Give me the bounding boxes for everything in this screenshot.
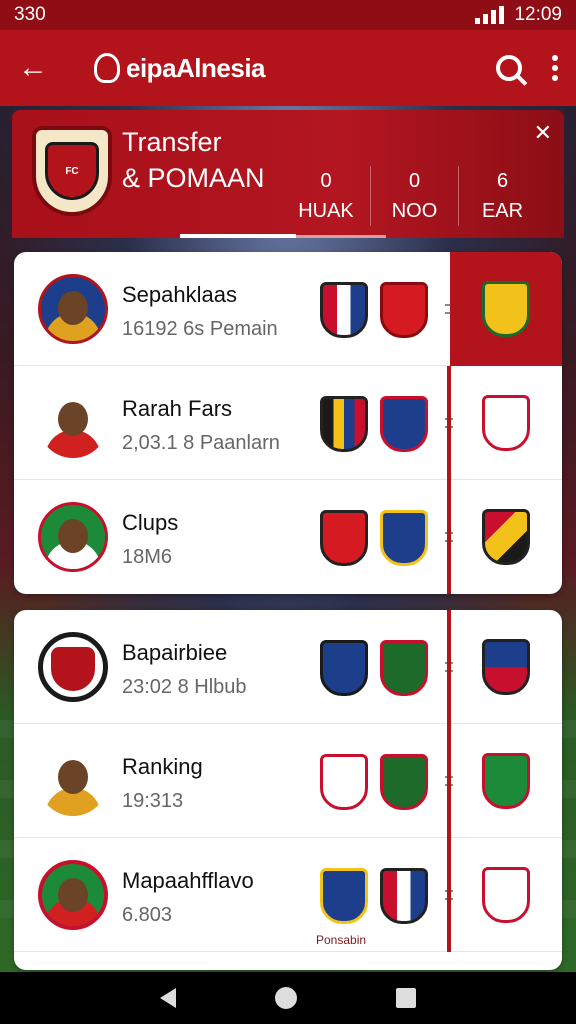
- stat-label: HUAK: [298, 200, 354, 222]
- item-name: Bapairbiee: [122, 640, 228, 665]
- more-vert-icon[interactable]: [552, 55, 558, 81]
- nav-recents-icon[interactable]: [396, 988, 417, 1008]
- tab-indicator: [180, 234, 296, 238]
- club-badge-icon[interactable]: [320, 282, 368, 338]
- club-avatar: [38, 632, 108, 702]
- nav-home-icon[interactable]: [274, 987, 297, 1009]
- ranking-list-card: Bapairbiee 23:02 8 Hlbub Ranking 19:313 …: [14, 610, 562, 970]
- badge-cell[interactable]: [450, 366, 562, 480]
- item-subtitle: 18M6: [122, 546, 173, 568]
- item-subtitle: 2,03.1 8 Paanlarn: [122, 432, 280, 454]
- stat-item[interactable]: 6 EAR: [458, 166, 546, 226]
- header-card: FC Transfer & POMAAN ✕ 0 HUAK 0 NOO 6 EA…: [12, 110, 564, 238]
- club-badge-icon: [482, 753, 530, 809]
- club-badge-icon[interactable]: [380, 754, 428, 810]
- item-name: Ranking: [122, 754, 203, 779]
- nav-back-icon[interactable]: [159, 988, 176, 1008]
- club-badge-icon: [482, 867, 530, 923]
- badge-cell[interactable]: [450, 480, 562, 594]
- list-item[interactable]: Bapairbiee 23:02 8 Hlbub: [14, 610, 562, 724]
- item-subtitle: 19:313: [122, 790, 184, 812]
- header-stats: 0 HUAK 0 NOO 6 EAR: [282, 166, 546, 226]
- club-badge-icon[interactable]: [380, 396, 428, 452]
- club-badge-icon[interactable]: [380, 282, 428, 338]
- player-avatar: [38, 388, 108, 458]
- stat-item[interactable]: 0 NOO: [370, 166, 458, 226]
- app-logo: eipaAlnesia: [94, 52, 266, 84]
- item-name: Mapaahfflavo: [122, 868, 254, 893]
- stat-value: 6: [496, 170, 509, 192]
- app-bar: ← eipaAlnesia: [0, 30, 576, 106]
- status-bar: 330 12:09: [0, 0, 576, 30]
- logo-icon: [94, 53, 120, 83]
- player-avatar: [38, 746, 108, 816]
- close-icon[interactable]: ✕: [534, 120, 552, 146]
- list-item[interactable]: Rarah Fars 2,03.1 8 Paanlarn: [14, 366, 562, 480]
- header-title: Transfer & POMAAN: [122, 124, 265, 196]
- player-avatar: [38, 502, 108, 572]
- stat-value: 0: [320, 170, 332, 192]
- list-item[interactable]: Clups 18M6: [14, 480, 562, 594]
- tab-indicator-secondary: [296, 235, 386, 238]
- app-title: eipaAlnesia: [126, 52, 266, 83]
- club-badge-icon: [482, 509, 530, 565]
- badge-cell[interactable]: [450, 838, 562, 952]
- club-badge-icon[interactable]: [320, 396, 368, 452]
- list-item[interactable]: Sepahklaas 16192 6s Pemain: [14, 252, 562, 366]
- club-badge-icon[interactable]: [380, 868, 428, 924]
- back-arrow-icon[interactable]: ←: [18, 51, 58, 85]
- player-list-card: Sepahklaas 16192 6s Pemain Rarah Fars 2,…: [14, 252, 562, 594]
- status-time-left: 330: [14, 4, 46, 25]
- signal-icon: [475, 6, 505, 24]
- player-avatar: [38, 860, 108, 930]
- club-badge-icon[interactable]: [320, 868, 368, 924]
- column-divider: [447, 366, 451, 594]
- badge-cell[interactable]: [450, 724, 562, 838]
- item-name: Rarah Fars: [122, 396, 233, 421]
- club-badge-icon: [482, 639, 530, 695]
- club-badge-icon: [482, 281, 530, 337]
- item-subtitle: 16192 6s Pemain: [122, 318, 278, 340]
- column-divider: [447, 610, 451, 952]
- header-title-line2: & POMAAN: [122, 163, 265, 193]
- badge-cell[interactable]: [450, 610, 562, 724]
- club-badge-icon[interactable]: [380, 640, 428, 696]
- search-icon[interactable]: [496, 55, 522, 81]
- stat-value: 0: [408, 170, 421, 192]
- header-title-line1: Transfer: [122, 127, 222, 157]
- badge-caption: Ponsabin: [316, 933, 367, 947]
- club-badge-icon[interactable]: [320, 640, 368, 696]
- stat-label: EAR: [481, 200, 524, 222]
- system-nav-bar: [0, 972, 576, 1024]
- club-crest-icon: FC: [32, 126, 112, 216]
- item-subtitle: 6.803: [122, 904, 173, 926]
- club-badge-icon[interactable]: [320, 754, 368, 810]
- list-item[interactable]: Ranking 19:313: [14, 724, 562, 838]
- stat-label: NOO: [391, 200, 438, 222]
- player-avatar: [38, 274, 108, 344]
- list-item[interactable]: Mapaahfflavo 6.803 Ponsabin: [14, 838, 562, 952]
- club-badge-icon[interactable]: [380, 510, 428, 566]
- highlight-badge-cell[interactable]: [450, 252, 562, 366]
- item-name: Clups: [122, 510, 179, 535]
- status-time-right: 12:09: [514, 4, 562, 25]
- club-badge-icon[interactable]: [320, 510, 368, 566]
- item-subtitle: 23:02 8 Hlbub: [122, 676, 247, 698]
- stat-item[interactable]: 0 HUAK: [282, 166, 370, 226]
- item-name: Sepahklaas: [122, 282, 237, 307]
- club-badge-icon: [482, 395, 530, 451]
